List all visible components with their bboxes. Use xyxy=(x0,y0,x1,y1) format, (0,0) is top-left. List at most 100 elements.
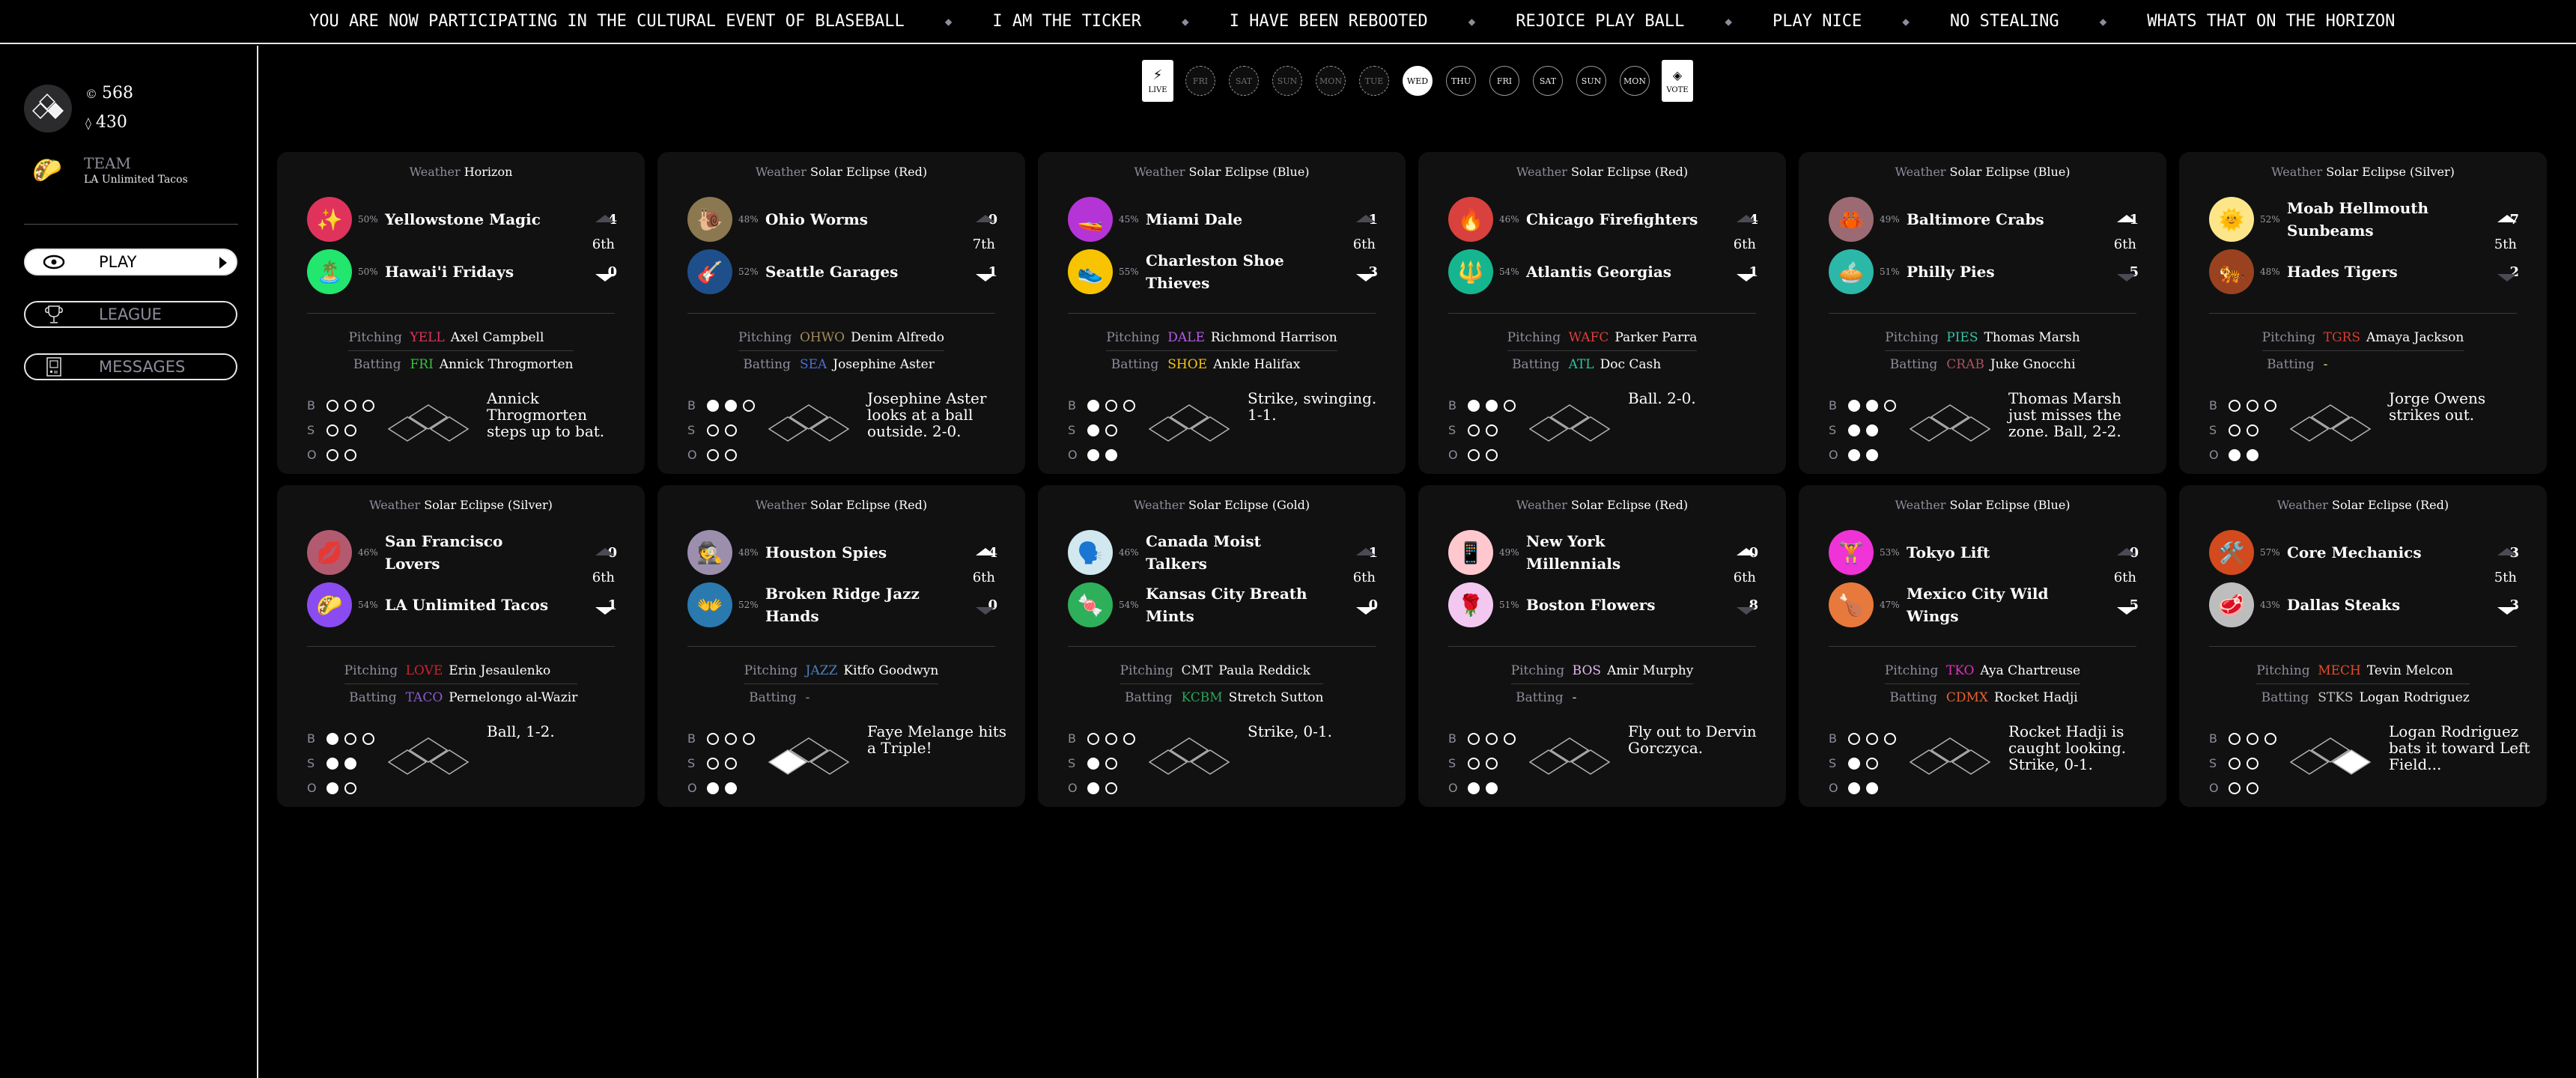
batting-player-name[interactable]: Ankle Halifax xyxy=(1213,357,1300,372)
team-name[interactable]: Hades Tigers xyxy=(2287,261,2459,283)
team-name[interactable]: Core Mechanics xyxy=(2287,541,2459,564)
team-name[interactable]: Atlantis Georgias xyxy=(1526,261,1698,283)
game-card[interactable]: Weather Solar Eclipse (Red) 🔥 46% Chicago F… xyxy=(1418,152,1786,474)
team-name[interactable]: Seattle Garages xyxy=(765,261,938,283)
game-card[interactable]: Weather Solar Eclipse (Gold) 🗣️ 46% Canada … xyxy=(1038,485,1406,807)
day-sat-button[interactable]: SAT xyxy=(1533,66,1563,96)
away-team-row[interactable]: 🏋️ 53% Tokyo Lift 0 xyxy=(1829,530,2139,575)
team-name[interactable]: Philly Pies xyxy=(1907,261,2079,283)
day-thu-button[interactable]: THU xyxy=(1446,66,1476,96)
pitching-player-name[interactable]: Erin Jesaulenko xyxy=(449,663,550,678)
game-card[interactable]: Weather Solar Eclipse (Red) 🕵️ 48% Houston … xyxy=(657,485,1025,807)
team-name[interactable]: Canada Moist Talkers xyxy=(1146,530,1318,575)
batting-player-name[interactable]: Annick Throgmorten xyxy=(440,357,574,372)
day-tue-button[interactable]: TUE xyxy=(1359,66,1389,96)
home-team-row[interactable]: 👟 55% Charleston Shoe Thieves 3 xyxy=(1068,249,1378,294)
home-team-row[interactable]: 🏝️ 50% Hawai'i Fridays 0 xyxy=(307,249,617,294)
team-name[interactable]: San Francisco Lovers xyxy=(385,530,557,575)
batting-player-name[interactable]: Josephine Aster xyxy=(833,357,935,372)
batting-player-name[interactable]: Pernelongo al-Wazir xyxy=(449,690,577,705)
day-fri-button[interactable]: FRI xyxy=(1185,66,1215,96)
pitching-player-name[interactable]: Parker Parra xyxy=(1614,330,1697,345)
game-card[interactable]: Weather Horizon ✨ 50% Yellowstone Magic 4 🏝️ 5… xyxy=(277,152,645,474)
balls-dot xyxy=(743,399,755,412)
team-name[interactable]: Tokyo Lift xyxy=(1907,541,2079,564)
batting-player-name[interactable]: Juke Gnocchi xyxy=(1990,357,2076,372)
day-fri-button[interactable]: FRI xyxy=(1489,66,1519,96)
day-sun-button[interactable]: SUN xyxy=(1272,66,1302,96)
batting-player-name[interactable]: Doc Cash xyxy=(1600,357,1662,372)
day-mon-button[interactable]: MON xyxy=(1620,66,1650,96)
away-team-row[interactable]: 🛠️ 57% Core Mechanics 3 xyxy=(2209,530,2519,575)
team-name[interactable]: Chicago Firefighters xyxy=(1526,208,1698,231)
away-team-row[interactable]: 🦀 49% Baltimore Crabs 1 xyxy=(1829,197,2139,242)
team-name[interactable]: Broken Ridge Jazz Hands xyxy=(765,582,938,627)
game-card[interactable]: Weather Solar Eclipse (Blue) 🦀 49% Baltimor… xyxy=(1799,152,2166,474)
away-team-row[interactable]: 🌞 52% Moab Hellmouth Sunbeams 7 xyxy=(2209,197,2519,242)
team-name[interactable]: Ohio Worms xyxy=(765,208,938,231)
team-name[interactable]: Houston Spies xyxy=(765,541,938,564)
pitching-player-name[interactable]: Thomas Marsh xyxy=(1984,330,2080,345)
away-team-row[interactable]: ✨ 50% Yellowstone Magic 4 xyxy=(307,197,617,242)
team-name[interactable]: Boston Flowers xyxy=(1526,594,1698,616)
home-team-row[interactable]: 🔱 54% Atlantis Georgias 1 xyxy=(1448,249,1758,294)
team-name[interactable]: Hawai'i Fridays xyxy=(385,261,557,283)
team-name[interactable]: Dallas Steaks xyxy=(2287,594,2459,616)
team-name[interactable]: New York Millennials xyxy=(1526,530,1698,575)
pitching-player-name[interactable]: Aya Chartreuse xyxy=(1980,663,2080,678)
pitching-player-name[interactable]: Amir Murphy xyxy=(1607,663,1693,678)
home-team-row[interactable]: 🎸 52% Seattle Garages 1 xyxy=(687,249,997,294)
away-team-row[interactable]: 🗣️ 46% Canada Moist Talkers 1 xyxy=(1068,530,1378,575)
nav-play-button[interactable]: PLAY xyxy=(24,249,237,275)
game-card[interactable]: Weather Solar Eclipse (Blue) 🏋️ 53% Tokyo L… xyxy=(1799,485,2166,807)
live-button[interactable]: ⚡︎ LIVE xyxy=(1142,60,1173,102)
vote-button[interactable]: ◈ VOTE xyxy=(1662,60,1693,102)
pitching-player-name[interactable]: Axel Campbell xyxy=(451,330,544,345)
batting-player-name[interactable]: Logan Rodriguez xyxy=(2360,690,2470,705)
team-name[interactable]: Moab Hellmouth Sunbeams xyxy=(2287,197,2459,242)
home-team-row[interactable]: 🌮 54% LA Unlimited Tacos 1 xyxy=(307,582,617,627)
home-team-row[interactable]: 🍬 54% Kansas City Breath Mints 0 xyxy=(1068,582,1378,627)
away-team-row[interactable]: 🔥 46% Chicago Firefighters 4 xyxy=(1448,197,1758,242)
nav-league-button[interactable]: LEAGUE xyxy=(24,301,237,328)
home-team-row[interactable]: 🐅 48% Hades Tigers 2 xyxy=(2209,249,2519,294)
away-team-row[interactable]: 💋 46% San Francisco Lovers 0 xyxy=(307,530,617,575)
game-card[interactable]: Weather Solar Eclipse (Silver) 💋 46% San Fr… xyxy=(277,485,645,807)
team-name[interactable]: LA Unlimited Tacos xyxy=(385,594,557,616)
home-team-row[interactable]: 🌹 51% Boston Flowers 8 xyxy=(1448,582,1758,627)
away-team-row[interactable]: 🕵️ 48% Houston Spies 4 xyxy=(687,530,997,575)
pitching-player-name[interactable]: Denim Alfredo xyxy=(851,330,944,345)
home-team-row[interactable]: 👐 52% Broken Ridge Jazz Hands 0 xyxy=(687,582,997,627)
game-card[interactable]: Weather Solar Eclipse (Silver) 🌞 52% Moab H… xyxy=(2179,152,2547,474)
day-sat-button[interactable]: SAT xyxy=(1229,66,1259,96)
batting-player-name[interactable]: Stretch Sutton xyxy=(1229,690,1324,705)
day-sun-button[interactable]: SUN xyxy=(1576,66,1606,96)
pitching-player-name[interactable]: Tevin Melcon xyxy=(2367,663,2453,678)
team-name[interactable]: Yellowstone Magic xyxy=(385,208,557,231)
away-team-row[interactable]: 🚤 45% Miami Dale 1 xyxy=(1068,197,1378,242)
game-card[interactable]: Weather Solar Eclipse (Blue) 🚤 45% Miami Da… xyxy=(1038,152,1406,474)
home-team-row[interactable]: 🥧 51% Philly Pies 5 xyxy=(1829,249,2139,294)
day-wed-button[interactable]: WED xyxy=(1403,66,1433,96)
home-team-row[interactable]: 🥩 43% Dallas Steaks 3 xyxy=(2209,582,2519,627)
game-card[interactable]: Weather Solar Eclipse (Red) 🛠️ 57% Core Mec… xyxy=(2179,485,2547,807)
team-name[interactable]: Mexico City Wild Wings xyxy=(1907,582,2079,627)
pitching-player-name[interactable]: Richmond Harrison xyxy=(1211,330,1337,345)
away-team-row[interactable]: 📱 49% New York Millennials 0 xyxy=(1448,530,1758,575)
home-team-row[interactable]: 🍗 47% Mexico City Wild Wings 5 xyxy=(1829,582,2139,627)
team-name[interactable]: Baltimore Crabs xyxy=(1907,208,2079,231)
top-inning-indicator-icon xyxy=(1356,215,1376,222)
pitching-player-name[interactable]: Amaya Jackson xyxy=(2366,330,2464,345)
game-card[interactable]: Weather Solar Eclipse (Red) 🐌 48% Ohio Worm… xyxy=(657,152,1025,474)
team-name[interactable]: Charleston Shoe Thieves xyxy=(1146,249,1318,294)
day-mon-button[interactable]: MON xyxy=(1316,66,1346,96)
favorite-team[interactable]: 🌮 TEAM LA Unlimited Tacos xyxy=(30,154,188,186)
game-card[interactable]: Weather Solar Eclipse (Red) 📱 49% New York … xyxy=(1418,485,1786,807)
team-name[interactable]: Kansas City Breath Mints xyxy=(1146,582,1318,627)
nav-messages-button[interactable]: MESSAGES xyxy=(24,353,237,380)
pitching-player-name[interactable]: Kitfo Goodwyn xyxy=(843,663,938,678)
away-team-row[interactable]: 🐌 48% Ohio Worms 0 xyxy=(687,197,997,242)
pitching-player-name[interactable]: Paula Reddick xyxy=(1218,663,1310,678)
batting-player-name[interactable]: Rocket Hadji xyxy=(1994,690,2078,705)
team-name[interactable]: Miami Dale xyxy=(1146,208,1318,231)
